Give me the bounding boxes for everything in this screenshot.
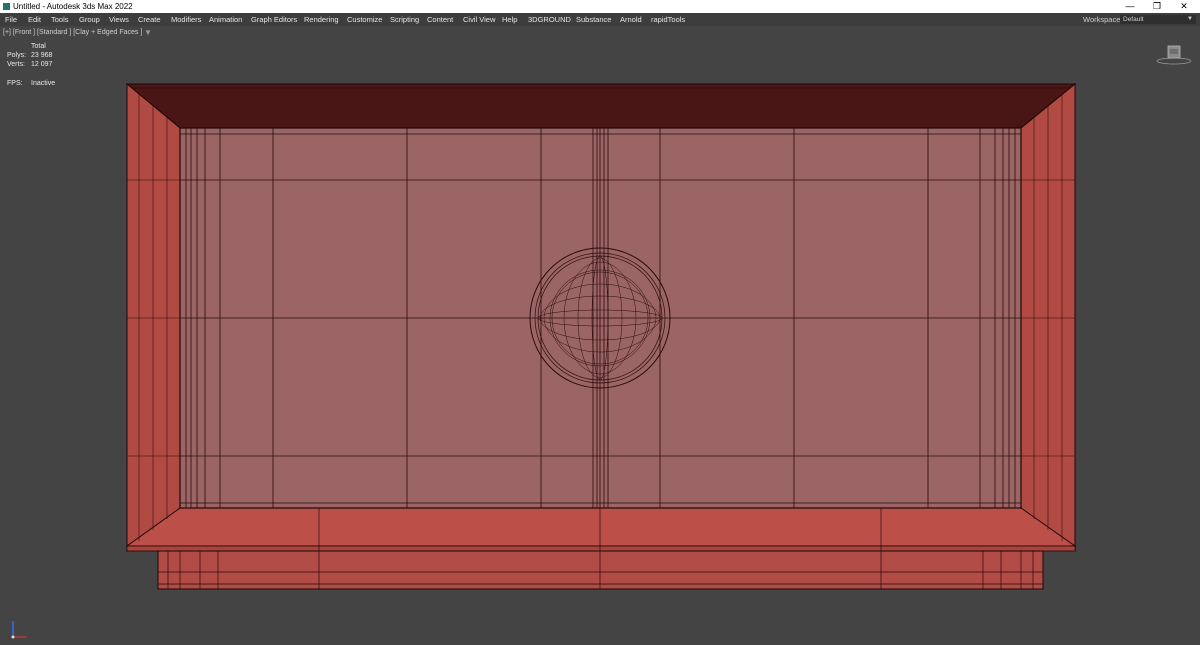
chevron-down-icon: ▼ [1187, 16, 1193, 22]
menu-rapidtools[interactable]: rapidTools [651, 13, 685, 26]
menu-group[interactable]: Group [79, 13, 100, 26]
front-viewport[interactable]: [+] [Front ] [Standard ] [Clay + Edged F… [0, 27, 1200, 645]
app-icon [3, 3, 10, 10]
menu-customize[interactable]: Customize [347, 13, 382, 26]
menu-modifiers[interactable]: Modifiers [171, 13, 201, 26]
workspace-value: Default [1123, 16, 1144, 23]
menu-tools[interactable]: Tools [51, 13, 69, 26]
menu-file[interactable]: File [5, 13, 17, 26]
workspace-dropdown[interactable]: Default ▼ [1120, 15, 1196, 24]
restore-button[interactable]: ❐ [1144, 0, 1170, 13]
menu-edit[interactable]: Edit [28, 13, 41, 26]
menu-views[interactable]: Views [109, 13, 129, 26]
menu-bar: File Edit Tools Group Views Create Modif… [0, 13, 1200, 26]
menu-help[interactable]: Help [502, 13, 517, 26]
menu-create[interactable]: Create [138, 13, 161, 26]
menu-rendering[interactable]: Rendering [304, 13, 339, 26]
model-mesh[interactable] [0, 27, 1200, 645]
menu-graph-editors[interactable]: Graph Editors [251, 13, 297, 26]
window-title: Untitled - Autodesk 3ds Max 2022 [13, 2, 133, 11]
menu-animation[interactable]: Animation [209, 13, 242, 26]
title-bar: Untitled - Autodesk 3ds Max 2022 — ❐ ✕ [0, 0, 1200, 13]
menu-civil-view[interactable]: Civil View [463, 13, 495, 26]
menu-3dground[interactable]: 3DGROUND [528, 13, 571, 26]
menu-scripting[interactable]: Scripting [390, 13, 419, 26]
menu-arnold[interactable]: Arnold [620, 13, 642, 26]
minimize-button[interactable]: — [1117, 0, 1143, 13]
close-button[interactable]: ✕ [1171, 0, 1197, 13]
menu-substance[interactable]: Substance [576, 13, 611, 26]
menu-content[interactable]: Content [427, 13, 453, 26]
axis-tripod-icon [11, 621, 27, 639]
